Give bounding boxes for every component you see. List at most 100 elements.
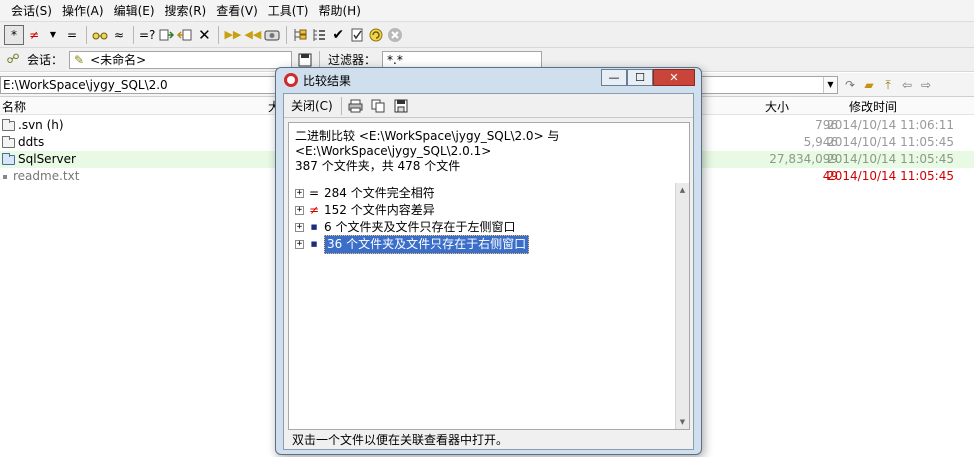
tree-list-icon[interactable]	[310, 25, 328, 45]
show-all-button[interactable]: *	[4, 24, 24, 45]
summary-line: <E:\WorkSpace\jygy_SQL\2.0.1>	[295, 144, 492, 158]
file-modified: 2014/10/14 11:05:45	[827, 152, 954, 166]
dialog-toolbar: 关闭(C)	[284, 94, 693, 118]
menu-help[interactable]: 帮助(H)	[314, 1, 366, 21]
close-window-button[interactable]: ✕	[653, 69, 695, 86]
menu-view[interactable]: 查看(V)	[211, 1, 263, 21]
show-same-button[interactable]: =	[63, 25, 81, 45]
copy-icon[interactable]	[368, 97, 389, 115]
show-similar-button[interactable]: ≈	[110, 25, 128, 45]
menu-search[interactable]: 搜索(R)	[160, 1, 212, 21]
back-icon[interactable]: ⇦	[899, 78, 915, 92]
check-doc-icon[interactable]	[348, 25, 366, 45]
toolbar-separator	[286, 25, 288, 44]
dialog-status-bar: 双击一个文件以便在关联查看器中打开。	[292, 433, 509, 447]
tree-item-label: 152 个文件内容差异	[324, 203, 435, 217]
stop-icon[interactable]	[386, 25, 404, 45]
results-scrollbar[interactable]: ▲ ▼	[675, 183, 689, 429]
left-path-text: E:\WorkSpace\jygy_SQL\2.0	[3, 78, 168, 92]
scroll-up-icon[interactable]: ▲	[676, 183, 689, 197]
tree-item-label-selected: 36 个文件夹及文件只存在于右侧窗口	[324, 235, 530, 254]
show-diff-button[interactable]: ≠	[25, 25, 43, 45]
expand-icon[interactable]: +	[295, 206, 304, 215]
path-dropdown-icon[interactable]: ▼	[823, 77, 837, 93]
expand-icon[interactable]: +	[295, 189, 304, 198]
toolbar-separator	[86, 25, 87, 44]
app-logo-icon	[284, 73, 298, 87]
folder-icon	[2, 118, 15, 131]
dialog-titlebar[interactable]: 比较结果 — ☐ ✕	[276, 68, 701, 92]
tree-item[interactable]: + ■ 6 个文件夹及文件只存在于左侧窗口	[295, 219, 529, 236]
copy-right-icon[interactable]	[176, 25, 194, 45]
file-modified: 2014/10/14 11:05:45	[827, 169, 954, 183]
sync-icon[interactable]	[263, 25, 281, 45]
menu-edit[interactable]: 编辑(E)	[109, 1, 160, 21]
filter-combo[interactable]: *.*	[382, 50, 543, 69]
save-icon[interactable]	[391, 97, 411, 115]
tree-item-label: 6 个文件夹及文件只存在于左侧窗口	[324, 220, 516, 234]
col-name[interactable]: 名称	[2, 98, 26, 115]
file-name: readme.txt	[13, 169, 80, 183]
session-combo[interactable]: ✎ <未命名>	[69, 50, 293, 69]
open-folder-icon[interactable]: ▰	[861, 78, 877, 92]
tree-item[interactable]: + ■ 36 个文件夹及文件只存在于右侧窗口	[295, 235, 530, 254]
next-diff-icon[interactable]: ▶▶	[223, 25, 242, 45]
window-controls: — ☐ ✕	[601, 69, 695, 86]
file-icon	[3, 174, 7, 179]
session-icon: ☍	[6, 51, 20, 67]
tree-expand-icon[interactable]	[291, 25, 309, 45]
redo-icon[interactable]: ↷	[842, 78, 858, 92]
results-summary: 二进制比较 <E:\WorkSpace\jygy_SQL\2.0> 与 <E:\…	[295, 129, 559, 174]
toolbar-separator	[133, 25, 134, 44]
session-name: <未命名>	[90, 53, 147, 67]
diff-marker: ≠	[308, 203, 320, 217]
col-modified[interactable]: 修改时间	[849, 98, 897, 115]
dialog-content: 关闭(C) 二进制比较 <E:\WorkSpace\jygy_SQL\2.0> …	[283, 93, 694, 450]
expand-icon[interactable]: +	[295, 223, 304, 232]
scroll-down-icon[interactable]: ▼	[676, 415, 689, 429]
toolbar-separator	[340, 96, 342, 115]
tree-item-label: 284 个文件完全相符	[324, 186, 435, 200]
menu-action[interactable]: 操作(A)	[57, 1, 109, 21]
check-icon[interactable]: ✔	[329, 25, 347, 45]
col-size[interactable]: 大小	[765, 98, 789, 115]
summary-line: 387 个文件夹，共 478 个文件	[295, 159, 461, 173]
file-modified: 2014/10/14 11:06:11	[827, 118, 954, 132]
expand-icon[interactable]: +	[295, 240, 304, 249]
menu-session[interactable]: 会话(S)	[6, 1, 57, 21]
compare-query-button[interactable]: =?	[138, 25, 156, 45]
maximize-button[interactable]: ☐	[627, 69, 653, 86]
minimize-button[interactable]: —	[601, 69, 627, 86]
path-nav-buttons: ↷ ▰ ⤒ ⇦ ⇨	[842, 76, 934, 94]
close-button[interactable]: 关闭(C)	[288, 97, 336, 115]
compare-results-dialog: 比较结果 — ☐ ✕ 关闭(C) 二进制比较 <E:\WorkSpace\jyg…	[275, 67, 702, 455]
folder-icon	[2, 152, 15, 165]
delete-icon[interactable]: ✕	[195, 25, 213, 45]
dialog-title: 比较结果	[303, 74, 352, 88]
toolbar-separator	[319, 50, 321, 69]
results-tree: + = 284 个文件完全相符 + ≠ 152 个文件内容差异 + ■ 6 个文…	[295, 185, 530, 254]
pencil-icon: ✎	[74, 52, 85, 67]
filter-value: *.*	[387, 52, 403, 67]
match-marker: =	[308, 186, 320, 200]
parent-folder-icon[interactable]: ⤒	[880, 78, 896, 93]
tree-item[interactable]: + ≠ 152 个文件内容差异	[295, 202, 529, 219]
toggle-dropdown-icon[interactable]: ▼	[44, 25, 62, 45]
session-label: 会话：	[27, 53, 64, 67]
filter-label: 过滤器：	[328, 53, 377, 67]
tree-item[interactable]: + = 284 个文件完全相符	[295, 185, 529, 202]
glasses-icon[interactable]	[91, 25, 109, 45]
left-only-marker: ■	[310, 223, 318, 231]
toolbar-separator	[218, 25, 220, 44]
right-only-marker: ■	[310, 240, 318, 248]
prev-diff-icon[interactable]: ◀◀	[243, 25, 262, 45]
menu-tools[interactable]: 工具(T)	[263, 1, 314, 21]
folder-icon	[2, 135, 15, 148]
results-panel: 二进制比较 <E:\WorkSpace\jygy_SQL\2.0> 与 <E:\…	[288, 122, 690, 430]
refresh-icon[interactable]	[367, 25, 385, 45]
summary-line: 二进制比较 <E:\WorkSpace\jygy_SQL\2.0> 与	[295, 129, 560, 143]
forward-icon[interactable]: ⇨	[918, 78, 934, 92]
copy-left-icon[interactable]	[157, 25, 175, 45]
print-icon[interactable]	[345, 97, 366, 115]
menu-bar: 会话(S) 操作(A) 编辑(E) 搜索(R) 查看(V) 工具(T) 帮助(H…	[0, 0, 974, 22]
